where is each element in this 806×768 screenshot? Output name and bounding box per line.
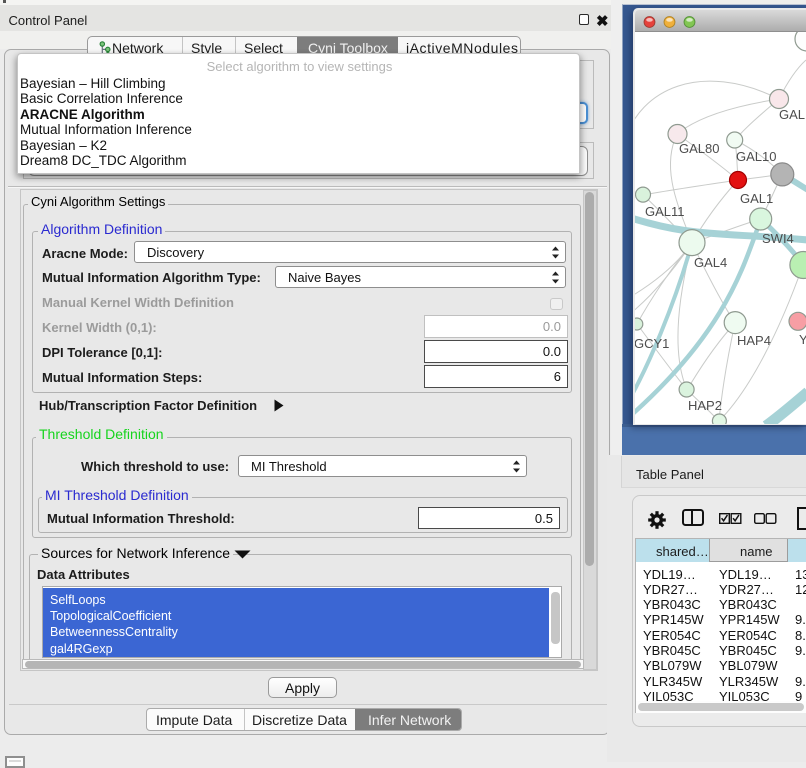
svg-text:GAL4: GAL4 [694,255,727,270]
svg-text:GCY1: GCY1 [635,336,669,351]
svg-text:GAL11: GAL11 [645,204,685,219]
svg-text:GAL: GAL [779,107,805,122]
svg-text:HAP4: HAP4 [737,333,771,348]
svg-text:SWI4: SWI4 [762,231,794,246]
svg-text:HAP2: HAP2 [688,398,722,413]
svg-text:Y: Y [799,332,806,347]
svg-text:GAL1: GAL1 [740,191,773,206]
svg-text:GAL10: GAL10 [736,149,776,164]
svg-text:GAL80: GAL80 [679,141,719,156]
